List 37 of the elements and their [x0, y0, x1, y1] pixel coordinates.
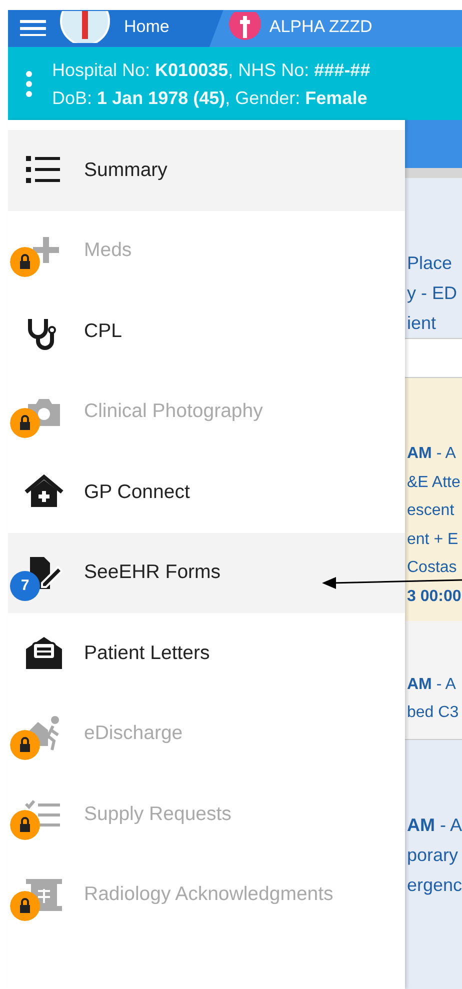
- logo-icon: [60, 11, 110, 43]
- count-badge: 7: [10, 570, 40, 601]
- lock-icon: [10, 408, 40, 438]
- panel-text: AM - A: [407, 675, 457, 695]
- lock-icon: [10, 890, 40, 921]
- menu-item[interactable]: Supply Requests: [8, 774, 405, 854]
- menu-item[interactable]: GP Connect: [8, 452, 405, 532]
- panel-text: 3 00:00: [407, 586, 462, 606]
- menu-item[interactable]: Clinical Photography: [8, 372, 405, 452]
- menu-item[interactable]: Summary: [8, 130, 405, 210]
- panel-text: ient: [407, 312, 438, 335]
- home-tab[interactable]: Home: [124, 14, 170, 40]
- menu-item[interactable]: CPL: [8, 291, 405, 372]
- patient-icon: [229, 12, 262, 42]
- patient-details: Hospital No: K010035, NHS No: ###-##: [52, 58, 370, 82]
- menu-item[interactable]: Radiology Acknowledgments: [8, 854, 405, 935]
- menu-item[interactable]: eDischarge: [8, 694, 405, 774]
- panel-text: Costas: [407, 558, 458, 578]
- panel-text: AM - A: [407, 444, 457, 464]
- patient-details: DoB: 1 Jan 1978 (45), Gender: Female: [52, 86, 368, 110]
- panel-text: escent: [407, 501, 456, 521]
- lock-icon: [10, 246, 40, 277]
- panel-text: y - ED: [407, 282, 458, 305]
- panel-text: &E Atte: [407, 472, 462, 492]
- panel-text: porary: [407, 844, 460, 867]
- menu-item[interactable]: Meds: [8, 210, 405, 291]
- panel-header: [405, 120, 462, 178]
- panel-text: AM - A: [407, 814, 462, 837]
- panel-text: ergenc: [407, 874, 462, 897]
- panel-text: bed C3: [407, 703, 460, 723]
- panel-text: ent + E: [407, 530, 460, 550]
- menu-item[interactable]: 7 SeeEHR Forms: [8, 532, 405, 613]
- menu-icon[interactable]: [20, 18, 46, 36]
- menu-item[interactable]: Patient Letters: [8, 613, 405, 694]
- lock-icon: [10, 730, 40, 760]
- panel-text: Place: [407, 252, 454, 275]
- lock-icon: [10, 810, 40, 840]
